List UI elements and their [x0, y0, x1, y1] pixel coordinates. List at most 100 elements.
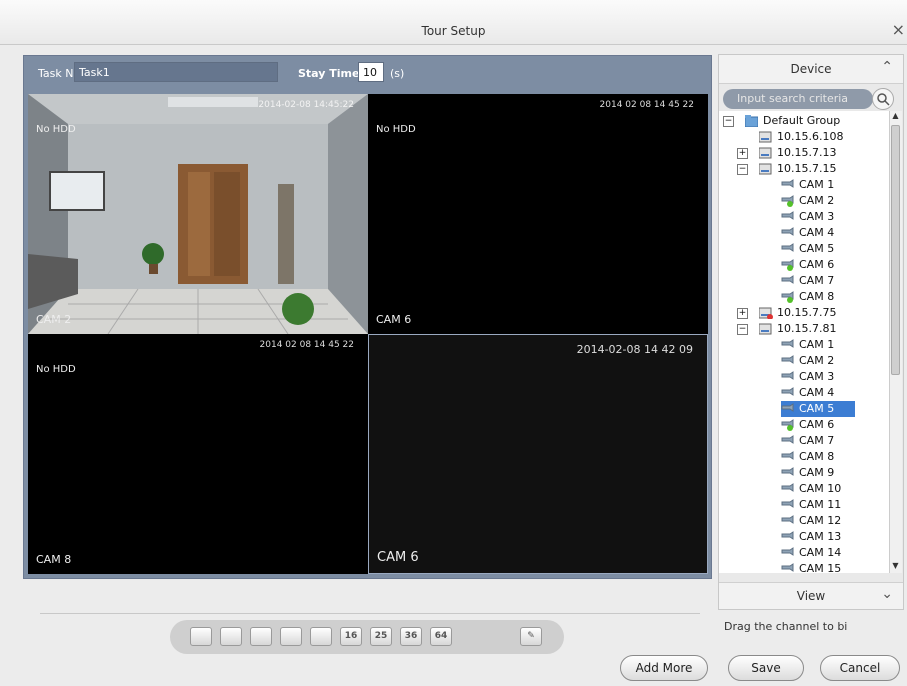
tree-camera-item[interactable]: CAM 14: [781, 545, 855, 561]
tree-item-label: CAM 1: [799, 178, 835, 191]
chevron-up-icon[interactable]: ⌃: [881, 59, 893, 75]
tree-device-item[interactable]: +10.15.7.13: [737, 145, 887, 161]
tree-group-item[interactable]: − Default Group: [723, 113, 873, 129]
tree-device-item[interactable]: − 10.15.7.15: [737, 161, 887, 177]
custom-layout-edit-icon[interactable]: ✎: [520, 627, 542, 646]
stay-time-input[interactable]: [358, 62, 384, 82]
tree-camera-item[interactable]: CAM 4: [781, 225, 855, 241]
expand-icon[interactable]: +: [737, 148, 748, 159]
camera-icon: [781, 275, 794, 287]
layout-64-button[interactable]: 64: [430, 627, 452, 646]
layout-16-button[interactable]: 16: [340, 627, 362, 646]
collapse-icon[interactable]: −: [723, 116, 734, 127]
tree-item-label: 10.15.7.75: [777, 306, 837, 319]
view-header[interactable]: View ⌄: [719, 582, 903, 609]
tree-camera-item[interactable]: CAM 4: [781, 385, 855, 401]
layout-36-button[interactable]: 36: [400, 627, 422, 646]
expand-icon[interactable]: +: [737, 308, 748, 319]
chevron-down-icon[interactable]: ⌄: [881, 586, 893, 602]
tree-item-label: 10.15.7.13: [777, 146, 837, 159]
layout-8-button[interactable]: [280, 627, 302, 646]
tree-camera-item[interactable]: CAM 12: [781, 513, 855, 529]
tree-item-label: CAM 5: [799, 242, 835, 255]
tree-camera-item[interactable]: CAM 1: [781, 177, 855, 193]
layout-6-button[interactable]: [250, 627, 272, 646]
camera-icon: [781, 419, 794, 431]
camera-icon: [781, 547, 794, 559]
tree-item-label: CAM 7: [799, 434, 835, 447]
tree-device-item[interactable]: − 10.15.7.81: [737, 321, 887, 337]
tree-scrollbar[interactable]: ▲ ▼: [889, 111, 902, 573]
tree-camera-item[interactable]: CAM 3: [781, 209, 855, 225]
tree-camera-item[interactable]: CAM 7: [781, 273, 855, 289]
video-grid: 2014-02-08 14:45:22 No HDD CAM 2 2014 02…: [28, 94, 708, 574]
camera-icon: [781, 211, 794, 223]
search-icon-glyph: [877, 93, 890, 106]
tree-item-label: CAM 5: [799, 402, 835, 415]
camera-icon: [781, 563, 794, 573]
video-cell-2[interactable]: 2014 02 08 14 45 22 No HDD CAM 6: [368, 94, 708, 334]
collapse-icon[interactable]: −: [737, 164, 748, 175]
camera-icon: [781, 515, 794, 527]
task-name-input[interactable]: [74, 62, 278, 82]
tree-camera-item[interactable]: CAM 8: [781, 289, 855, 305]
stay-time-label: Stay Time: [298, 67, 360, 80]
tree-item-label: 10.15.6.108: [777, 130, 844, 143]
video-cell-1[interactable]: 2014-02-08 14:45:22 No HDD CAM 2: [28, 94, 368, 334]
tree-camera-item[interactable]: CAM 8: [781, 449, 855, 465]
camera-icon: [781, 403, 794, 415]
tree-camera-item[interactable]: CAM 1: [781, 337, 855, 353]
scroll-thumb[interactable]: [891, 125, 900, 375]
tree-item-label: CAM 7: [799, 274, 835, 287]
collapse-icon[interactable]: −: [737, 324, 748, 335]
device-tree: − Default Group 10.15.6.108 +10.15.7.13 − 10.…: [719, 111, 889, 573]
tree-camera-item[interactable]: CAM 5: [781, 401, 855, 417]
scroll-up-icon[interactable]: ▲: [891, 111, 900, 123]
window-title: Tour Setup: [421, 24, 486, 38]
tree-item-label: CAM 10: [799, 482, 842, 495]
tree-item-label: CAM 15: [799, 562, 842, 573]
tree-camera-item[interactable]: CAM 6: [781, 417, 855, 433]
video-cell-4[interactable]: 2014-02-08 14 42 09 CAM 6: [368, 334, 708, 574]
tree-camera-item[interactable]: CAM 7: [781, 433, 855, 449]
tree-camera-item[interactable]: CAM 11: [781, 497, 855, 513]
tree-item-label: CAM 2: [799, 354, 835, 367]
tree-camera-item[interactable]: CAM 13: [781, 529, 855, 545]
layout-1-button[interactable]: [190, 627, 212, 646]
tree-item-label: CAM 4: [799, 386, 835, 399]
search-icon[interactable]: [872, 88, 894, 110]
tree-camera-item[interactable]: CAM 2: [781, 193, 855, 209]
drag-hint: Drag the channel to bi: [724, 620, 848, 633]
camera-icon: [781, 531, 794, 543]
layout-4-button[interactable]: [220, 627, 242, 646]
layout-25-button[interactable]: 25: [370, 627, 392, 646]
save-button[interactable]: Save: [728, 655, 804, 681]
camera-icon: [781, 499, 794, 511]
close-icon[interactable]: ×: [892, 20, 905, 39]
tree-camera-item[interactable]: CAM 6: [781, 257, 855, 273]
tree-device-item[interactable]: 10.15.6.108: [737, 129, 887, 145]
window-titlebar: Tour Setup ×: [0, 0, 907, 45]
camera-icon: [781, 435, 794, 447]
search-input[interactable]: Input search criteria: [723, 89, 873, 109]
device-header[interactable]: Device ⌃: [719, 55, 903, 84]
tree-camera-item[interactable]: CAM 5: [781, 241, 855, 257]
camera-icon: [781, 467, 794, 479]
camera-icon: [781, 243, 794, 255]
tree-item-label: CAM 4: [799, 226, 835, 239]
tree-device-item[interactable]: +10.15.7.75: [737, 305, 887, 321]
tree-camera-item[interactable]: CAM 9: [781, 465, 855, 481]
add-more-button[interactable]: Add More: [620, 655, 708, 681]
scroll-down-icon[interactable]: ▼: [891, 561, 900, 573]
tree-camera-item[interactable]: CAM 2: [781, 353, 855, 369]
tree-camera-item[interactable]: CAM 15: [781, 561, 855, 573]
cell-timestamp: 2014 02 08 14 45 22: [599, 100, 694, 110]
layout-9-button[interactable]: [310, 627, 332, 646]
video-cell-3[interactable]: 2014 02 08 14 45 22 No HDD CAM 8: [28, 334, 368, 574]
cell-camera-label: CAM 6: [377, 550, 419, 565]
tree-item-label: CAM 3: [799, 370, 835, 383]
tree-camera-item[interactable]: CAM 10: [781, 481, 855, 497]
cancel-button[interactable]: Cancel: [820, 655, 900, 681]
tree-camera-item[interactable]: CAM 3: [781, 369, 855, 385]
tree-item-label: CAM 14: [799, 546, 842, 559]
